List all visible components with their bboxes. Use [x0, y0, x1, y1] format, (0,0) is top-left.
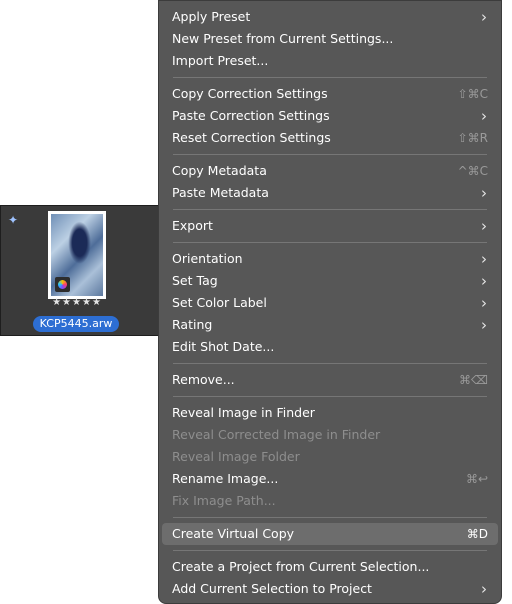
menu-item-copy-metadata[interactable]: Copy Metadata ^⌘C — [162, 160, 498, 182]
menu-shortcut: ^⌘C — [457, 164, 488, 178]
menu-separator — [173, 396, 487, 397]
chevron-right-icon: › — [481, 316, 487, 334]
menu-item-label: Apply Preset — [172, 9, 251, 24]
menu-item-label: New Preset from Current Settings... — [172, 31, 394, 46]
menu-item-label: Set Tag — [172, 273, 218, 288]
menu-item-paste-metadata[interactable]: Paste Metadata › — [162, 182, 498, 204]
menu-item-label: Edit Shot Date... — [172, 339, 275, 354]
menu-item-add-to-project[interactable]: Add Current Selection to Project › — [162, 578, 498, 600]
chevron-right-icon: › — [481, 272, 487, 290]
menu-item-export[interactable]: Export › — [162, 215, 498, 237]
menu-shortcut: ⇧⌘C — [457, 87, 488, 101]
menu-item-label: Paste Correction Settings — [172, 108, 330, 123]
menu-separator — [173, 550, 487, 551]
menu-shortcut: ⇧⌘R — [457, 131, 488, 145]
menu-item-label: Fix Image Path... — [172, 493, 276, 508]
menu-item-rename-image[interactable]: Rename Image... ⌘↩ — [162, 468, 498, 490]
chevron-right-icon: › — [481, 294, 487, 312]
menu-shortcut: ⌘↩ — [465, 472, 488, 486]
menu-item-fix-image-path: Fix Image Path... — [162, 490, 498, 512]
menu-item-label: Orientation — [172, 251, 243, 266]
menu-item-remove[interactable]: Remove... ⌘⌫ — [162, 369, 498, 391]
chevron-right-icon: › — [481, 580, 487, 598]
menu-item-label: Create a Project from Current Selection.… — [172, 559, 430, 574]
menu-item-edit-shot-date[interactable]: Edit Shot Date... — [162, 336, 498, 358]
menu-item-label: Rename Image... — [172, 471, 279, 486]
menu-item-reveal-image-folder: Reveal Image Folder — [162, 446, 498, 468]
menu-item-label: Reveal Image Folder — [172, 449, 300, 464]
menu-item-set-color-label[interactable]: Set Color Label › — [162, 292, 498, 314]
menu-item-import-preset[interactable]: Import Preset... — [162, 50, 498, 72]
menu-item-label: Reveal Image in Finder — [172, 405, 315, 420]
color-wheel-icon — [55, 277, 70, 292]
menu-item-label: Reset Correction Settings — [172, 130, 331, 145]
menu-item-label: Copy Metadata — [172, 163, 267, 178]
menu-item-copy-correction[interactable]: Copy Correction Settings ⇧⌘C — [162, 83, 498, 105]
menu-separator — [173, 363, 487, 364]
star-rating[interactable]: ★★★★★ — [45, 297, 109, 308]
menu-item-reveal-corrected-in-finder: Reveal Corrected Image in Finder — [162, 424, 498, 446]
menu-item-paste-correction[interactable]: Paste Correction Settings › — [162, 105, 498, 127]
menu-item-label: Copy Correction Settings — [172, 86, 328, 101]
menu-item-new-preset[interactable]: New Preset from Current Settings... — [162, 28, 498, 50]
menu-item-label: Paste Metadata — [172, 185, 269, 200]
chevron-right-icon: › — [481, 107, 487, 125]
menu-item-label: Import Preset... — [172, 53, 269, 68]
menu-item-label: Remove... — [172, 372, 235, 387]
chevron-right-icon: › — [481, 8, 487, 26]
menu-separator — [173, 77, 487, 78]
menu-item-rating[interactable]: Rating › — [162, 314, 498, 336]
menu-item-orientation[interactable]: Orientation › — [162, 248, 498, 270]
menu-item-label: Add Current Selection to Project — [172, 581, 372, 596]
menu-item-create-project[interactable]: Create a Project from Current Selection.… — [162, 556, 498, 578]
menu-item-label: Reveal Corrected Image in Finder — [172, 427, 381, 442]
menu-item-create-virtual-copy[interactable]: Create Virtual Copy ⌘D — [162, 523, 498, 545]
thumbnail-panel: ✦ ★★★★★ KCP5445.arw — [0, 205, 160, 336]
menu-separator — [173, 154, 487, 155]
menu-item-apply-preset[interactable]: Apply Preset › — [162, 6, 498, 28]
menu-shortcut: ⌘D — [466, 527, 488, 541]
chevron-right-icon: › — [481, 217, 487, 235]
thumbnail-image[interactable] — [48, 211, 106, 299]
thumbnail-filename[interactable]: KCP5445.arw — [33, 316, 119, 332]
menu-item-label: Set Color Label — [172, 295, 267, 310]
menu-shortcut: ⌘⌫ — [459, 373, 488, 387]
menu-item-label: Create Virtual Copy — [172, 526, 295, 541]
menu-separator — [173, 517, 487, 518]
photo-preview — [51, 214, 103, 296]
menu-item-label: Export — [172, 218, 213, 233]
chevron-right-icon: › — [481, 250, 487, 268]
magic-wand-icon: ✦ — [8, 213, 19, 227]
menu-separator — [173, 242, 487, 243]
menu-item-reset-correction[interactable]: Reset Correction Settings ⇧⌘R — [162, 127, 498, 149]
menu-separator — [173, 209, 487, 210]
menu-item-set-tag[interactable]: Set Tag › — [162, 270, 498, 292]
context-menu: Apply Preset › New Preset from Current S… — [158, 0, 502, 604]
menu-item-label: Rating — [172, 317, 213, 332]
chevron-right-icon: › — [481, 184, 487, 202]
menu-item-reveal-in-finder[interactable]: Reveal Image in Finder — [162, 402, 498, 424]
